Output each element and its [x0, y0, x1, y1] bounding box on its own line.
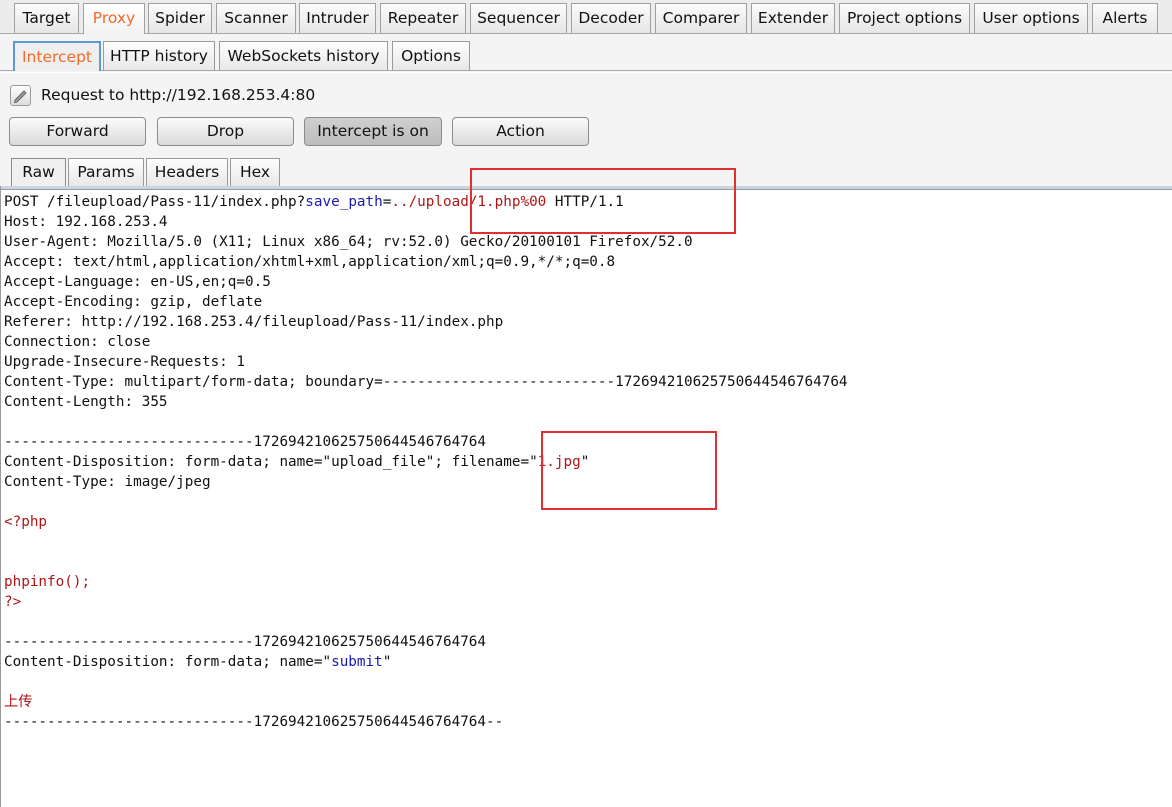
tab-headers[interactable]: Headers: [146, 158, 228, 186]
header-line: Content-Type: multipart/form-data; bound…: [4, 374, 848, 390]
part1-disposition: Content-Disposition: form-data; name="up…: [4, 452, 589, 472]
action-button[interactable]: Action: [452, 117, 589, 146]
sub-tab-divider: [0, 70, 1172, 71]
part1-filename-prefix: ; filename=": [434, 454, 538, 470]
tab-scanner[interactable]: Scanner: [216, 3, 296, 33]
part1-disposition-prefix: Content-Disposition: form-data; name=: [4, 454, 323, 470]
php-close-tag: ?>: [4, 594, 22, 610]
header-line: Connection: close: [4, 334, 151, 350]
tab-params[interactable]: Params: [68, 158, 144, 186]
edit-pencil-icon[interactable]: [10, 85, 31, 106]
request-target-label: Request to http://192.168.253.4:80: [41, 86, 316, 104]
tab-proxy[interactable]: Proxy: [83, 3, 145, 34]
tab-extender[interactable]: Extender: [751, 3, 835, 33]
header-line: Host: 192.168.253.4: [4, 214, 168, 230]
drop-button[interactable]: Drop: [157, 117, 294, 146]
tab-hex[interactable]: Hex: [230, 158, 280, 186]
tab-user-options[interactable]: User options: [974, 3, 1088, 33]
tab-repeater[interactable]: Repeater: [380, 3, 466, 33]
request-method: POST: [4, 194, 39, 210]
annotation-box-filename: [541, 431, 717, 510]
tab-raw[interactable]: Raw: [11, 158, 66, 186]
part2-name-value: submit: [331, 654, 383, 670]
multipart-boundary: -----------------------------17269421062…: [4, 634, 487, 650]
tab-sequencer[interactable]: Sequencer: [470, 3, 567, 33]
part2-disposition-prefix: Content-Disposition: form-data; name=": [4, 654, 332, 670]
annotation-box-save-path: [470, 168, 736, 234]
tab-alerts[interactable]: Alerts: [1092, 3, 1158, 33]
header-line: Referer: http://192.168.253.4/fileupload…: [4, 314, 504, 330]
main-tab-bar: Target Proxy Spider Scanner Intruder Rep…: [0, 0, 1172, 34]
php-code-line: phpinfo();: [4, 574, 91, 590]
forward-button[interactable]: Forward: [9, 117, 146, 146]
header-line: Accept-Encoding: gzip, deflate: [4, 294, 263, 310]
header-line: User-Agent: Mozilla/5.0 (X11; Linux x86_…: [4, 234, 693, 250]
tab-spider[interactable]: Spider: [148, 3, 212, 33]
tab-decoder[interactable]: Decoder: [571, 3, 651, 33]
part2-disposition: Content-Disposition: form-data; name="su…: [4, 652, 391, 672]
header-line: Accept: text/html,application/xhtml+xml,…: [4, 254, 616, 270]
tab-project-options[interactable]: Project options: [839, 3, 970, 33]
header-line: Content-Length: 355: [4, 394, 168, 410]
tab-target[interactable]: Target: [14, 3, 79, 33]
request-path: /fileupload/Pass-11/index.php?: [38, 194, 306, 210]
multipart-boundary: -----------------------------17269421062…: [4, 434, 487, 450]
php-open-tag: <?php: [4, 514, 48, 530]
tab-intercept[interactable]: Intercept: [13, 41, 101, 71]
part1-content-type: Content-Type: image/jpeg: [4, 474, 211, 490]
tab-options[interactable]: Options: [392, 41, 470, 70]
intercept-toggle-button[interactable]: Intercept is on: [304, 117, 442, 146]
tab-intruder[interactable]: Intruder: [299, 3, 376, 33]
query-param-name: save_path: [305, 194, 383, 210]
multipart-boundary-end: -----------------------------17269421062…: [4, 714, 504, 730]
tab-comparer[interactable]: Comparer: [655, 3, 747, 33]
part2-name-suffix: ": [382, 654, 392, 670]
tab-http-history[interactable]: HTTP history: [103, 41, 215, 70]
header-line: Accept-Language: en-US,en;q=0.5: [4, 274, 271, 290]
pencil-icon: [13, 90, 27, 104]
tab-websockets-history[interactable]: WebSockets history: [219, 41, 388, 70]
part1-name-value: "upload_file": [322, 454, 435, 470]
part2-value: 上传: [4, 694, 33, 710]
header-line: Upgrade-Insecure-Requests: 1: [4, 354, 246, 370]
proxy-sub-tab-bar: Intercept HTTP history WebSockets histor…: [0, 34, 1172, 72]
